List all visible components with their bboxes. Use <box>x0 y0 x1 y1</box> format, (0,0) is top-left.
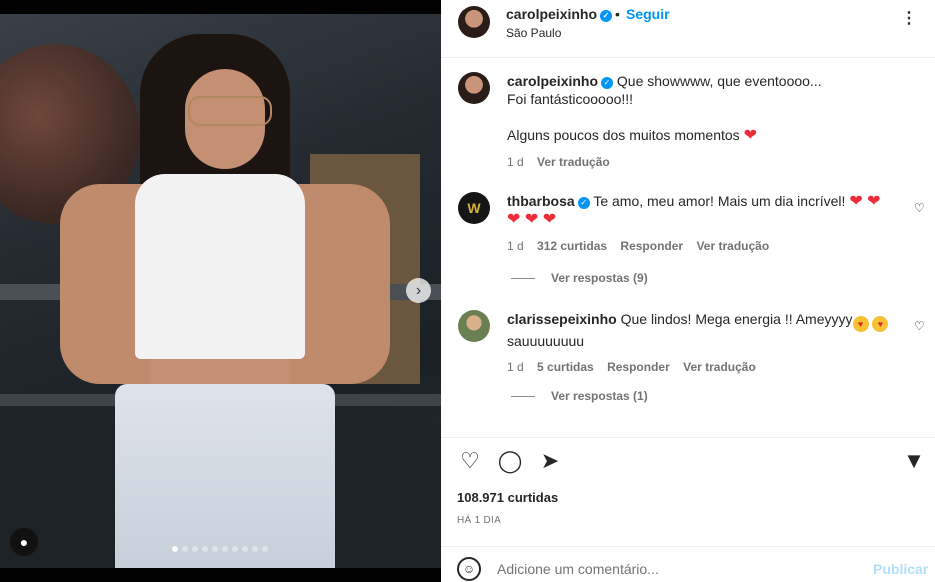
author-username[interactable]: carolpeixinho ✓ <box>506 6 613 22</box>
carousel-dot <box>182 546 188 552</box>
likes-count[interactable]: 108.971 curtidas <box>457 490 558 505</box>
comments-section[interactable]: carolpeixinho ✓ Que showwww, que eventooo… <box>441 59 935 436</box>
translate-link[interactable]: Ver tradução <box>537 155 610 169</box>
carousel-dot <box>242 546 248 552</box>
avatar[interactable] <box>458 192 490 224</box>
post-media[interactable]: › ● <box>0 0 441 582</box>
heart-eyes-emoji: ♥ <box>852 316 869 332</box>
add-comment-bar: ☺ Publicar <box>441 546 935 582</box>
caption-line2: Foi fantásticooooo!!! <box>507 91 634 107</box>
comment-input[interactable] <box>497 561 857 577</box>
caption-username[interactable]: carolpeixinho <box>507 73 598 89</box>
user-tag-icon[interactable]: ● <box>10 528 38 556</box>
follow-button[interactable]: Seguir <box>626 6 670 22</box>
post-side-panel: carolpeixinho ✓ • Seguir São Paulo ⋮ caro… <box>441 0 935 582</box>
comment-time: 1 d <box>507 360 524 374</box>
heart-emoji: ❤ <box>743 127 757 144</box>
avatar[interactable] <box>458 310 490 342</box>
post-age[interactable]: HÁ 1 DIA <box>457 515 501 526</box>
comment-meta: 1 d 5 curtidas Responder Ver tradução <box>507 358 917 376</box>
caption-meta: 1 d Ver tradução <box>507 153 917 171</box>
comment-meta: 1 d 312 curtidas Responder Ver tradução <box>507 237 917 255</box>
translate-link[interactable]: Ver tradução <box>696 239 769 253</box>
verified-badge-icon: ✓ <box>577 197 590 209</box>
location-link[interactable]: São Paulo <box>506 26 561 40</box>
comment-likes[interactable]: 312 curtidas <box>537 239 607 253</box>
caption-line1: Que showwww, que eventoooo... <box>616 73 822 89</box>
view-replies-button[interactable]: Ver respostas (9) <box>511 271 648 285</box>
comment-like-icon[interactable]: ♡ <box>914 201 925 215</box>
caption-body: carolpeixinho ✓ Que showwww, que eventooo… <box>507 72 917 171</box>
comment-likes[interactable]: 5 curtidas <box>537 360 594 374</box>
post-actions: ♡ ◯ ➤ ▼ 108.971 curtidas HÁ 1 DIA <box>441 437 935 547</box>
comment-username[interactable]: thbarbosa <box>507 193 575 209</box>
verified-badge-icon: ✓ <box>601 77 614 89</box>
view-replies-button[interactable]: Ver respostas (1) <box>511 389 648 403</box>
post-photo[interactable] <box>0 14 441 568</box>
comment-like-icon[interactable]: ♡ <box>914 319 925 333</box>
carousel-dot <box>222 546 228 552</box>
reply-button[interactable]: Responder <box>620 239 683 253</box>
heart-emoji: ❤ ❤ <box>849 193 881 210</box>
carousel-dots <box>172 546 268 552</box>
author-username-text[interactable]: carolpeixinho <box>506 6 597 22</box>
comment-body: thbarbosa ✓ Te amo, meu amor! Mais um dia… <box>507 192 917 255</box>
comment-text-line2: sauuuuuuuu <box>507 333 585 349</box>
avatar[interactable] <box>458 6 490 38</box>
post-header: carolpeixinho ✓ • Seguir São Paulo ⋮ <box>441 0 935 58</box>
comment-text: Que lindos! Mega energia !! Ameyyyy <box>620 311 853 327</box>
carousel-dot <box>192 546 198 552</box>
replies-line <box>511 396 535 398</box>
carousel-dot <box>262 546 268 552</box>
avatar[interactable] <box>458 72 490 104</box>
publish-button[interactable]: Publicar <box>873 561 928 577</box>
bookmark-icon[interactable]: ▼ <box>901 448 927 474</box>
chevron-right-icon[interactable]: › <box>406 278 431 303</box>
replies-line <box>511 278 535 280</box>
verified-badge-icon: ✓ <box>600 10 613 22</box>
comment-username[interactable]: clarissepeixinho <box>507 311 617 327</box>
comment-text: Te amo, meu amor! Mais um dia incrível! <box>593 193 846 209</box>
view-replies-label[interactable]: Ver respostas (9) <box>551 271 648 285</box>
reply-button[interactable]: Responder <box>607 360 670 374</box>
emoji-icon[interactable]: ☺ <box>457 557 481 581</box>
caption-line3: Alguns poucos dos muitos momentos <box>507 127 740 143</box>
carousel-dot <box>202 546 208 552</box>
carousel-dot <box>252 546 258 552</box>
header-separator: • <box>615 6 620 22</box>
carousel-dot <box>172 546 178 552</box>
translate-link[interactable]: Ver tradução <box>683 360 756 374</box>
carousel-dot <box>212 546 218 552</box>
heart-emoji-row: ❤ ❤ ❤ <box>507 211 557 228</box>
view-replies-label[interactable]: Ver respostas (1) <box>551 389 648 403</box>
comment-body: clarissepeixinho Que lindos! Mega energi… <box>507 310 917 376</box>
heart-outline-icon[interactable]: ♡ <box>457 448 483 474</box>
share-icon[interactable]: ➤ <box>537 448 563 474</box>
more-options-icon[interactable]: ⋮ <box>901 8 918 28</box>
comment-icon[interactable]: ◯ <box>497 448 523 474</box>
caption-time: 1 d <box>507 155 524 169</box>
comment-time: 1 d <box>507 239 524 253</box>
heart-eyes-emoji: ♥ <box>872 316 889 332</box>
carousel-dot <box>232 546 238 552</box>
